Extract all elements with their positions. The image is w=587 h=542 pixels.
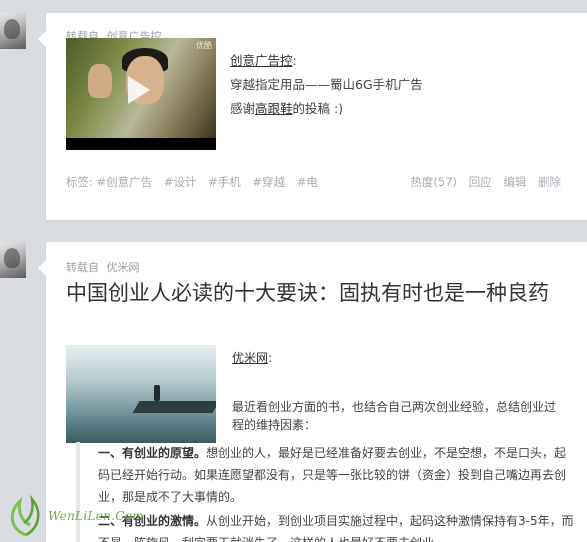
post-body: 创意广告控: 穿越指定用品——蜀山6G手机广告 感谢高跟鞋的投稿 :): [230, 49, 423, 121]
post-source-line: 优米网:: [232, 351, 273, 365]
tag-link[interactable]: #手机: [208, 175, 241, 189]
post-quote: 一、有创业的原望。想创业的人，最好是已经准备好要去创业，不是空想，不是口头，起码…: [76, 442, 576, 542]
source-link[interactable]: 优米网: [232, 351, 268, 365]
source-link[interactable]: 优米网: [107, 261, 140, 274]
post-intro: 最近看创业方面的书，也结合自己两次创业经验，总结创业过程的维持因素：: [232, 400, 557, 432]
quote-paragraph: 二、有创业的激情。从创业开始，到创业项目实施过程中，起码这种激情保持有3-5年，…: [98, 514, 574, 542]
post-meta: 转载自 优米网: [66, 259, 140, 275]
post-actions: 热度(57) 回应 编辑 删除: [402, 174, 561, 190]
heat-link[interactable]: 热度(57): [410, 175, 457, 189]
edit-link[interactable]: 编辑: [503, 175, 526, 189]
author-avatar[interactable]: [0, 242, 26, 278]
author-avatar[interactable]: [0, 13, 26, 49]
post-card: 转载自 创意广告控 优酷 创意广告控: 穿越指定用品——蜀山6G手机广告 感谢高…: [38, 13, 587, 220]
image-detail: [154, 385, 160, 401]
video-thumbnail[interactable]: 优酷: [66, 38, 216, 150]
play-icon[interactable]: [128, 76, 150, 104]
delete-link[interactable]: 删除: [538, 175, 561, 189]
body-line: 感谢高跟鞋的投稿 :): [230, 101, 344, 116]
tag-list: 标签: #创意广告 #设计 #手机 #穿越 #电: [66, 174, 326, 190]
tag-link[interactable]: #电: [297, 175, 318, 189]
author-link[interactable]: 高跟鞋: [255, 101, 293, 116]
tag-link[interactable]: #设计: [164, 175, 197, 189]
body-line: 穿越指定用品——蜀山6G手机广告: [230, 77, 423, 92]
post-title[interactable]: 中国创业人必读的十大要诀：固执有时也是一种良药: [66, 279, 566, 307]
tag-link[interactable]: #创意广告: [97, 175, 153, 189]
quote-paragraph: 一、有创业的原望。想创业的人，最好是已经准备好要去创业，不是空想，不是口头，起码…: [98, 446, 567, 504]
image-detail: [132, 401, 216, 413]
reply-link[interactable]: 回应: [469, 175, 492, 189]
tag-link[interactable]: #穿越: [252, 175, 285, 189]
leaf-logo-icon: [10, 494, 40, 537]
site-watermark: WenLiLen.Com: [6, 494, 144, 539]
tags-label: 标签:: [66, 175, 93, 189]
watermark-text: WenLiLen.Com: [48, 509, 144, 523]
source-link[interactable]: 创意广告控: [230, 53, 293, 68]
video-brand: 优酷: [196, 41, 212, 50]
post-image[interactable]: [66, 345, 216, 443]
reblog-label: 转载自: [66, 261, 99, 274]
video-frame-detail: [88, 64, 112, 98]
